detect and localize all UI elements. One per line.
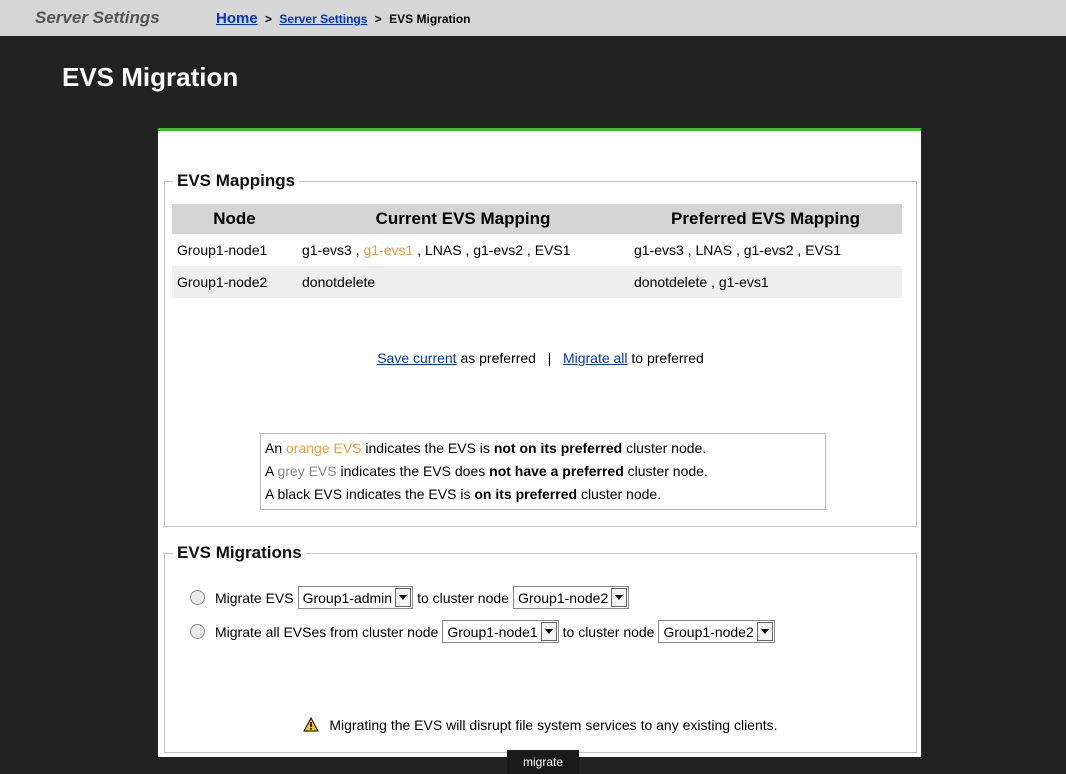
legend-bold: not have a preferred	[489, 463, 624, 479]
evs-select-value: Group1-admin	[302, 589, 393, 606]
destination-node-select[interactable]: Group1-node2	[658, 620, 775, 643]
dropdown-arrow-icon	[756, 622, 773, 641]
current-mapping-cell: donotdelete	[297, 266, 629, 298]
warning-text: Migrating the EVS will disrupt file syst…	[329, 717, 778, 733]
table-header-row: Node Current EVS Mapping Preferred EVS M…	[172, 204, 902, 234]
evs-separator: ,	[465, 242, 470, 258]
to-cluster-node-label: to cluster node	[417, 589, 509, 606]
legend-text: A	[265, 463, 274, 479]
breadcrumb: Home > Server Settings > EVS Migration	[216, 10, 470, 27]
dropdown-arrow-icon	[395, 588, 412, 607]
top-bar: Server Settings Home > Server Settings >…	[0, 0, 1066, 36]
page-title: EVS Migration	[62, 62, 239, 92]
migration-warning: Migrating the EVS will disrupt file syst…	[165, 716, 916, 735]
legend-text: indicates the EVS does	[340, 463, 486, 479]
column-header-node: Node	[172, 204, 297, 234]
table-row: Group1-node2 donotdelete donotdelete , g…	[172, 266, 902, 298]
column-header-current: Current EVS Mapping	[297, 204, 629, 234]
evs-separator: ,	[526, 242, 531, 258]
evs-select[interactable]: Group1-admin	[297, 586, 414, 609]
legend-line-orange: An orange EVS indicates the EVS is not o…	[265, 437, 821, 460]
source-node-select-value: Group1-node1	[447, 623, 538, 640]
legend-line-black: A black EVS indicates the EVS is on its …	[265, 483, 821, 506]
target-node-select[interactable]: Group1-node2	[512, 586, 630, 609]
migrate-evs-label: Migrate EVS	[215, 589, 294, 606]
action-divider: |	[547, 350, 552, 366]
app-title: Server Settings	[35, 8, 160, 27]
current-mapping-cell: g1-evs3 , g1-evs1 , LNAS , g1-evs2 , EVS…	[297, 234, 629, 266]
save-suffix: as preferred	[460, 350, 536, 366]
legend-orange-evs: orange EVS	[286, 440, 362, 456]
evs-mappings-legend: EVS Mappings	[173, 171, 300, 191]
evs-migrations-legend: EVS Migrations	[173, 543, 306, 563]
legend-bold: on its preferred	[474, 486, 578, 502]
migrate-evs-radio[interactable]	[190, 590, 205, 605]
dropdown-arrow-icon	[540, 622, 557, 641]
migrate-suffix: to preferred	[631, 350, 704, 366]
migrate-all-link[interactable]: Migrate all	[563, 350, 628, 366]
dropdown-arrow-icon	[611, 588, 628, 607]
evs-item: donotdelete	[302, 274, 376, 290]
source-node-select[interactable]: Group1-node1	[442, 620, 559, 643]
evs-separator: ,	[355, 242, 360, 258]
evs-separator: ,	[417, 242, 422, 258]
legend-grey-evs: grey EVS	[277, 463, 337, 479]
legend-text: cluster node.	[627, 463, 708, 479]
migrate-all-label: Migrate all EVSes from cluster node	[215, 623, 439, 640]
breadcrumb-separator: >	[374, 12, 382, 26]
legend-line-grey: A grey EVS indicates the EVS does not ha…	[265, 460, 821, 483]
breadcrumb-current: EVS Migration	[389, 12, 471, 26]
legend-bold: not on its preferred	[493, 440, 623, 456]
evs-migrations-section: EVS Migrations Migrate EVS Group1-admin …	[164, 543, 917, 774]
preferred-mapping-cell: g1-evs3 , LNAS , g1-evs2 , EVS1	[634, 242, 841, 258]
mapping-actions: Save current as preferred | Migrate all …	[165, 350, 916, 366]
target-node-select-value: Group1-node2	[517, 589, 609, 606]
content-panel: EVS Mappings Node Current EVS Mapping Pr…	[158, 128, 921, 774]
table-row: Group1-node1 g1-evs3 , g1-evs1 , LNAS , …	[172, 234, 902, 266]
evs-item: g1-evs2	[473, 242, 524, 258]
column-header-preferred: Preferred EVS Mapping	[629, 204, 902, 234]
evs-item: EVS1	[534, 242, 571, 258]
preferred-mapping-cell: donotdelete , g1-evs1	[629, 266, 902, 298]
evs-item: g1-evs3	[302, 242, 352, 258]
legend-text: cluster node.	[626, 440, 707, 456]
warning-icon	[303, 716, 320, 735]
legend-text: A black EVS indicates the EVS is	[265, 486, 471, 502]
legend-text: cluster node.	[580, 486, 662, 502]
breadcrumb-home-link[interactable]: Home	[216, 10, 258, 27]
migrate-all-option: Migrate all EVSes from cluster node Grou…	[190, 620, 779, 643]
save-current-link[interactable]: Save current	[377, 350, 456, 366]
node-cell: Group1-node2	[172, 266, 297, 298]
color-legend-box: An orange EVS indicates the EVS is not o…	[260, 433, 826, 510]
node-cell: Group1-node1	[177, 242, 268, 258]
evs-mappings-section: EVS Mappings Node Current EVS Mapping Pr…	[164, 171, 917, 527]
to-cluster-node-label: to cluster node	[562, 623, 655, 640]
breadcrumb-separator: >	[265, 12, 273, 26]
migrate-all-radio[interactable]	[190, 624, 205, 639]
evs-mappings-table: Node Current EVS Mapping Preferred EVS M…	[172, 204, 902, 298]
evs-item-orange: g1-evs1	[363, 242, 414, 258]
breadcrumb-server-settings-link[interactable]: Server Settings	[279, 12, 367, 26]
legend-text: indicates the EVS is	[365, 440, 490, 456]
legend-text: An	[265, 440, 283, 456]
migrate-evs-option: Migrate EVS Group1-admin to cluster node…	[190, 586, 633, 609]
destination-node-select-value: Group1-node2	[663, 623, 754, 640]
evs-item: LNAS	[424, 242, 462, 258]
